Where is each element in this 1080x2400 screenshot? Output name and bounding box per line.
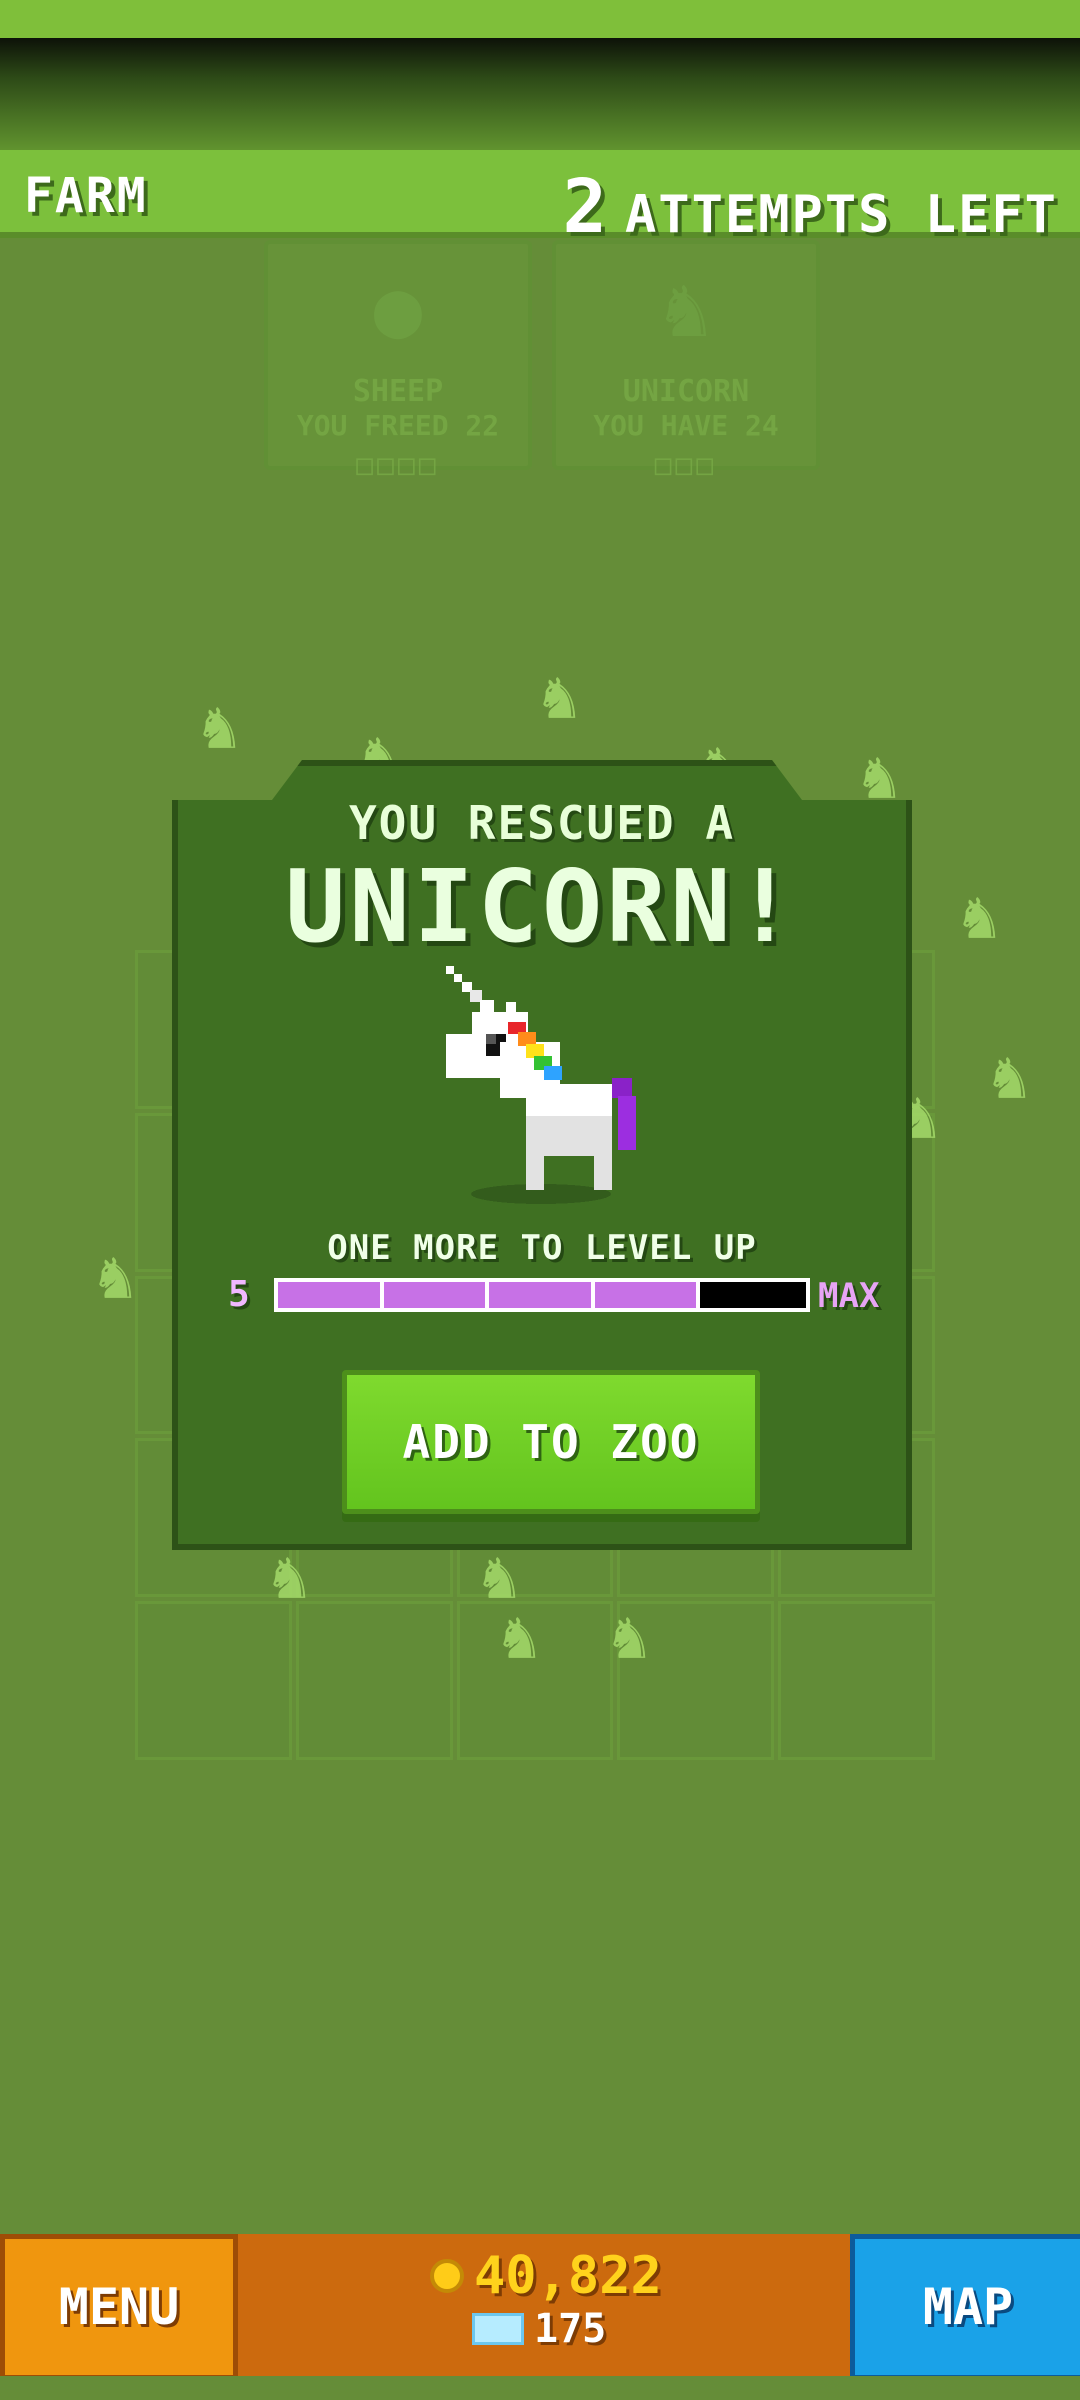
coin-amount: 40,822 <box>474 2246 662 2306</box>
sheep-icon: ● <box>373 262 423 355</box>
flying-unicorn-icon: ♞ <box>200 690 239 764</box>
card-subtitle: YOU HAVE 24 <box>593 409 779 442</box>
card-name: UNICORN <box>622 374 750 409</box>
attempts-indicator: 2 ATTEMPTS LEFT <box>562 164 1058 250</box>
gem-amount: 175 <box>534 2306 607 2352</box>
progress-segment <box>278 1282 384 1308</box>
unicorn-icon: ♞ <box>661 262 711 355</box>
gem-balance: 175 <box>472 2306 606 2352</box>
status-strip <box>0 0 1080 38</box>
card-name: SHEEP <box>352 374 444 409</box>
level-number: 5 <box>228 1274 250 1315</box>
progress-segment <box>489 1282 595 1308</box>
sheep-card: ● SHEEP YOU FREED 22 □□□□ <box>264 240 532 481</box>
gem-icon <box>472 2313 524 2345</box>
card-subtitle: YOU FREED 22 <box>296 409 500 442</box>
popup-subtitle: YOU RESCUED A <box>348 796 736 850</box>
flying-unicorn-icon: ♞ <box>96 1240 135 1314</box>
add-to-zoo-button[interactable]: ADD TO ZOO <box>342 1370 760 1514</box>
flying-unicorn-icon: ♞ <box>610 1600 649 1674</box>
coin-balance: 40,822 <box>430 2246 662 2306</box>
attempts-count: 2 <box>562 164 609 250</box>
bottom-strip <box>0 2376 1080 2400</box>
flying-unicorn-icon: ♞ <box>990 1040 1029 1114</box>
progress-segment <box>383 1282 490 1308</box>
flying-unicorn-icon: ♞ <box>540 660 579 734</box>
flying-unicorn-icon: ♞ <box>270 1540 309 1614</box>
card-boxes: □□□□ <box>356 448 440 481</box>
rescue-popup: YOU RESCUED A UNICORN! ONE MORE TO LEVEL… <box>172 760 912 1550</box>
attempts-label: ATTEMPTS LEFT <box>625 185 1058 245</box>
coin-icon <box>430 2259 464 2293</box>
location-label: FARM <box>24 168 148 224</box>
map-button[interactable]: MAP <box>850 2234 1080 2380</box>
unicorn-icon <box>446 966 636 1204</box>
popup-title: UNICORN! <box>285 848 799 965</box>
flying-unicorn-icon: ♞ <box>500 1600 539 1674</box>
card-boxes: □□□ <box>654 448 718 481</box>
level-progress-bar <box>274 1278 810 1312</box>
unicorn-card: ♞ UNICORN YOU HAVE 24 □□□ <box>552 240 820 481</box>
level-max-label: MAX <box>818 1276 880 1316</box>
level-up-text: ONE MORE TO LEVEL UP <box>327 1228 757 1268</box>
menu-button[interactable]: MENU <box>0 2234 238 2380</box>
progress-segment <box>594 1282 701 1308</box>
flying-unicorn-icon: ♞ <box>960 880 999 954</box>
